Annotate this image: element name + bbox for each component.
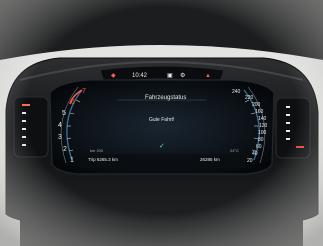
speed-label-200: 200	[252, 102, 261, 108]
screen-title: Fahrzeugstatus	[145, 95, 187, 101]
speed-label-220: 220	[245, 95, 254, 101]
speed-label-140: 140	[258, 116, 267, 122]
rpm-label-4: 4	[58, 122, 62, 129]
screen-message: Gute Fahrt!	[149, 117, 175, 123]
trip-readout: Trip 6265.3 km	[88, 157, 118, 162]
warning-icon: ▲	[205, 73, 211, 79]
instrument-cluster-photo	[0, 0, 323, 246]
speed-label-80: 80	[258, 137, 264, 143]
gear-icon: ⚙	[180, 73, 186, 79]
rpm-label-5: 5	[62, 110, 66, 117]
engine-icon: ◆	[111, 73, 116, 79]
speed-label-120: 120	[259, 123, 268, 129]
speed-label-100: 100	[258, 130, 267, 136]
status-time: 10:42	[132, 73, 148, 79]
range-label: km 200	[90, 148, 104, 153]
speed-label-20: 20	[247, 158, 253, 164]
speed-label-240: 240	[232, 89, 241, 95]
car-icon: ▣	[167, 73, 173, 79]
rpm-label-7: 7	[82, 88, 86, 95]
speed-label-40: 40	[252, 151, 258, 157]
rpm-label-6: 6	[71, 99, 75, 106]
speed-label-160: 160	[255, 109, 264, 115]
rpm-label-2: 2	[63, 146, 67, 153]
speed-label-60: 60	[256, 144, 262, 150]
check-icon: ✓	[159, 143, 165, 150]
odometer-readout: 26285 km	[200, 157, 220, 162]
outside-temp: 24°C	[230, 148, 239, 153]
rpm-label-1: 1	[70, 157, 74, 164]
rpm-label-3: 3	[58, 134, 62, 141]
